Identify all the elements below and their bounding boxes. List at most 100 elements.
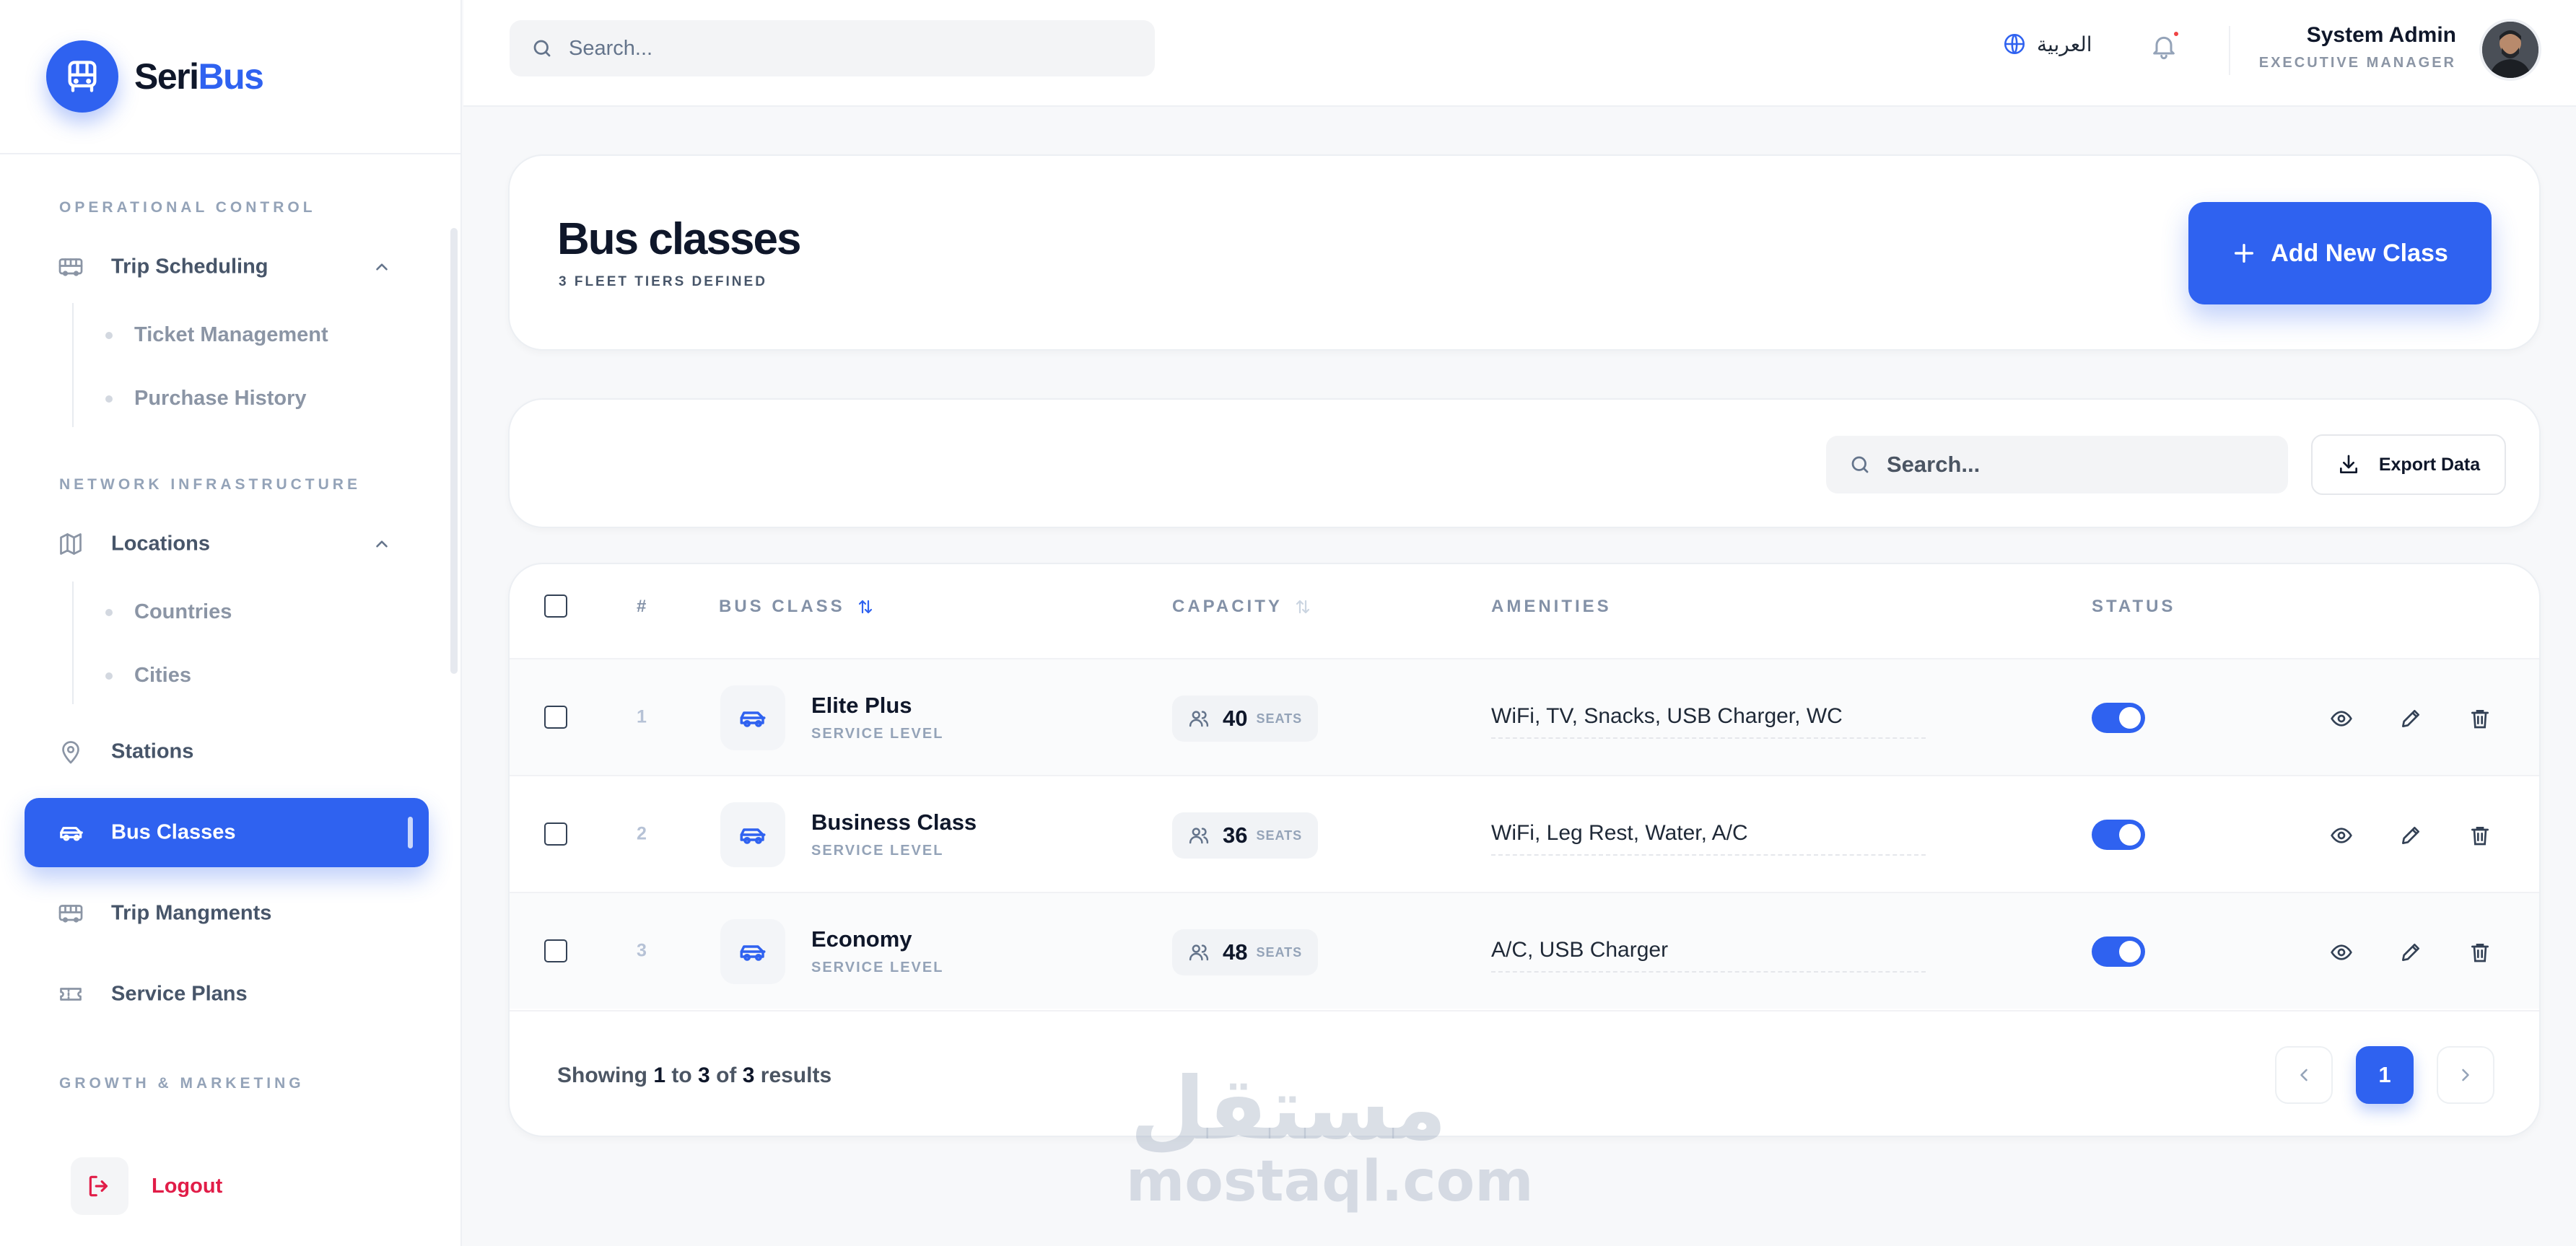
export-data-label: Export Data: [2378, 454, 2481, 475]
sidebar-item-label: Bus Classes: [111, 820, 236, 844]
sidebar-item-locations[interactable]: Locations: [25, 509, 429, 579]
bus-class-level: SERVICE LEVEL: [811, 960, 944, 975]
sidebar-item-bus-classes[interactable]: Bus Classes: [25, 798, 429, 867]
sort-icon[interactable]: [857, 598, 874, 615]
export-data-button[interactable]: Export Data: [2311, 434, 2506, 495]
global-search-input[interactable]: [569, 36, 1117, 61]
row-checkbox[interactable]: [544, 939, 567, 962]
sidebar-item-trip-mangments[interactable]: Trip Mangments: [25, 879, 429, 948]
sidebar-item-trip-scheduling[interactable]: Trip Scheduling: [25, 232, 429, 302]
table-footer: Showing 1 to 3 of 3 results 1: [510, 1010, 2539, 1136]
pencil-icon: [2402, 710, 2419, 727]
bus-icon: [58, 900, 84, 926]
next-page-button[interactable]: [2437, 1046, 2494, 1104]
capacity-badge: 48 SEATS: [1172, 929, 1319, 975]
page-number-button[interactable]: 1: [2356, 1046, 2414, 1104]
eye-icon: [2331, 944, 2352, 960]
section-label-operational: OPERATIONAL CONTROL: [59, 199, 316, 216]
global-search[interactable]: [510, 20, 1155, 76]
column-header-capacity[interactable]: CAPACITY: [1172, 564, 1311, 649]
chevron-up-icon[interactable]: [372, 258, 391, 276]
bullet-dot: [105, 331, 113, 339]
status-toggle[interactable]: [2092, 703, 2145, 733]
sidebar-subitem-purchase-history[interactable]: Purchase History: [105, 387, 307, 411]
bus-classes-table: # BUS CLASS CAPACITY AMENITIES STATUS 1 …: [508, 563, 2541, 1137]
select-all-checkbox[interactable]: [544, 595, 567, 618]
sidebar-subitem-cities[interactable]: Cities: [105, 664, 191, 688]
add-new-class-button[interactable]: Add New Class: [2188, 202, 2492, 304]
delete-button[interactable]: [2468, 824, 2492, 847]
delete-button[interactable]: [2468, 707, 2492, 730]
status-toggle[interactable]: [2092, 936, 2145, 967]
seat-count: 36: [1223, 822, 1248, 848]
row-checkbox[interactable]: [544, 706, 567, 729]
row-number: 2: [637, 823, 647, 844]
edit-button[interactable]: [2399, 941, 2422, 964]
table-row[interactable]: 2 Business Class SERVICE LEVEL 36 SEATS …: [510, 775, 2539, 892]
view-button[interactable]: [2330, 824, 2353, 847]
car-icon: [720, 919, 785, 984]
notifications-button[interactable]: [2149, 30, 2180, 61]
bullet-dot: [105, 672, 113, 680]
table-search[interactable]: [1826, 436, 2288, 493]
sidebar-item-service-plans[interactable]: Service Plans: [25, 960, 429, 1029]
plus-icon: [2232, 241, 2256, 266]
chevron-up-icon[interactable]: [372, 535, 391, 553]
eye-icon: [2331, 828, 2352, 843]
edit-button[interactable]: [2399, 824, 2422, 847]
page-title: Bus classes: [557, 214, 801, 264]
seat-unit: SEATS: [1256, 711, 1303, 726]
trash-icon: [2471, 827, 2489, 846]
amenities-text[interactable]: WiFi, Leg Rest, Water, A/C: [1491, 821, 1926, 856]
prev-page-button[interactable]: [2275, 1046, 2333, 1104]
seat-unit: SEATS: [1256, 944, 1303, 960]
brand-name-part1: Seri: [134, 56, 199, 97]
edit-button[interactable]: [2399, 707, 2422, 730]
sidebar-subitem-label: Ticket Management: [134, 323, 328, 346]
sidebar-item-label: Trip Mangments: [111, 901, 272, 925]
table-search-input[interactable]: [1887, 452, 2276, 478]
delete-button[interactable]: [2468, 941, 2492, 964]
toggle-knob: [2119, 707, 2141, 729]
sidebar-scrollbar[interactable]: [450, 228, 458, 674]
top-bar: العربية System Admin EXECUTIVE MANAGER: [463, 0, 2576, 107]
car-icon: [720, 685, 785, 750]
sidebar-item-label: Locations: [111, 532, 210, 556]
bus-class-level: SERVICE LEVEL: [811, 726, 944, 742]
column-header-bus-class[interactable]: BUS CLASS: [719, 564, 874, 649]
map-icon: [58, 531, 84, 557]
sidebar-subitem-ticket-management[interactable]: Ticket Management: [105, 323, 328, 347]
sidebar-subitem-label: Countries: [134, 600, 232, 623]
brand[interactable]: SeriBus: [0, 0, 460, 154]
active-indicator: [408, 817, 413, 848]
submenu-tree-line: [72, 582, 74, 704]
avatar[interactable]: [2479, 19, 2541, 81]
sidebar: SeriBus OPERATIONAL CONTROL Trip Schedul…: [0, 0, 462, 1246]
sidebar-item-stations[interactable]: Stations: [25, 717, 429, 786]
search-icon: [531, 38, 553, 59]
language-switcher[interactable]: العربية: [2002, 32, 2092, 56]
toggle-knob: [2119, 824, 2141, 846]
status-toggle[interactable]: [2092, 820, 2145, 850]
table-row[interactable]: 3 Economy SERVICE LEVEL 48 SEATS A/C, US…: [510, 892, 2539, 1009]
sidebar-item-label: Stations: [111, 740, 194, 763]
row-checkbox[interactable]: [544, 822, 567, 846]
view-button[interactable]: [2330, 941, 2353, 964]
seat-count: 48: [1223, 939, 1248, 965]
showing-of-word: of: [716, 1063, 737, 1087]
table-row[interactable]: 1 Elite Plus SERVICE LEVEL 40 SEATS WiFi…: [510, 658, 2539, 775]
car-icon: [58, 819, 85, 846]
amenities-text[interactable]: WiFi, TV, Snacks, USB Charger, WC: [1491, 704, 1926, 739]
showing-to: 3: [698, 1063, 710, 1087]
logout-button[interactable]: Logout: [71, 1157, 222, 1215]
sort-icon[interactable]: [1294, 598, 1311, 615]
bus-class-level: SERVICE LEVEL: [811, 843, 944, 859]
amenities-text[interactable]: A/C, USB Charger: [1491, 938, 1926, 973]
user-info[interactable]: System Admin EXECUTIVE MANAGER: [2259, 23, 2456, 71]
pencil-icon: [2402, 827, 2419, 844]
column-header-amenities: AMENITIES: [1491, 597, 1612, 616]
view-button[interactable]: [2330, 707, 2353, 730]
sidebar-subitem-countries[interactable]: Countries: [105, 600, 232, 624]
bus-class-name: Elite Plus: [811, 693, 912, 718]
seat-count: 40: [1223, 706, 1248, 731]
